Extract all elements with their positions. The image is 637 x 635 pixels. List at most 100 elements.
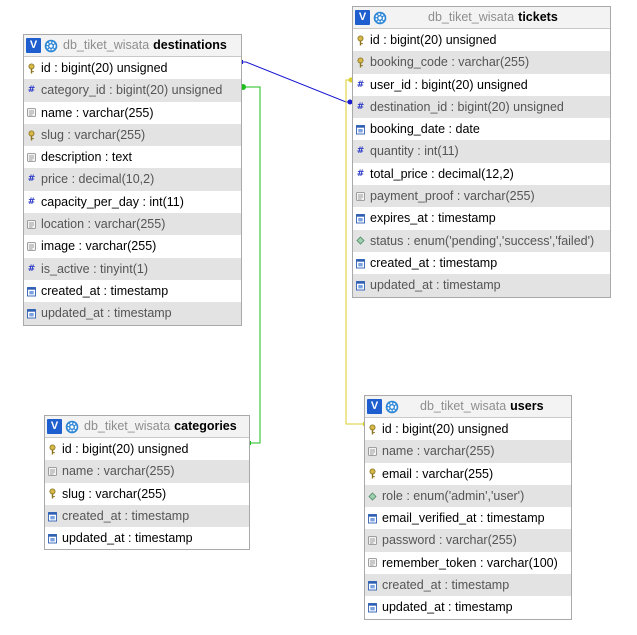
table-header[interactable]: V db_tiket_wisata categories — [45, 416, 249, 438]
database-name: db_tiket_wisata — [428, 10, 515, 24]
column-row[interactable]: name : varchar(255) — [365, 440, 571, 463]
column-row[interactable]: role : enum('admin','user') — [365, 484, 571, 508]
column-row[interactable]: id : bigint(20) unsigned — [365, 418, 571, 440]
table-header[interactable]: V db_tiket_wisata destinations — [24, 35, 241, 57]
table-header[interactable]: V db_tiket_wisata tickets — [353, 7, 610, 29]
column-row[interactable]: # category_id : bigint(20) unsigned — [24, 79, 241, 102]
column-row[interactable]: booking_date : date — [353, 118, 610, 140]
column-label: created_at : timestamp — [370, 255, 498, 270]
column-label: id : bigint(20) unsigned — [62, 442, 189, 456]
column-row[interactable]: updated_at : timestamp — [24, 302, 241, 325]
toggle-columns-button[interactable]: V — [355, 10, 370, 25]
column-row[interactable]: remember_token : varchar(100) — [365, 552, 571, 574]
column-label: location : varchar(255) — [41, 217, 166, 232]
key-icon — [368, 424, 377, 435]
column-row[interactable]: id : bigint(20) unsigned — [24, 57, 241, 79]
gear-icon[interactable] — [372, 10, 387, 25]
key-icon — [356, 57, 365, 68]
column-label: booking_code : varchar(255) — [370, 55, 530, 70]
column-row[interactable]: updated_at : timestamp — [353, 274, 610, 297]
table-header[interactable]: V db_tiket_wisata users — [365, 396, 571, 418]
column-row[interactable]: password : varchar(255) — [365, 529, 571, 552]
toggle-columns-button[interactable]: V — [47, 419, 62, 434]
column-row[interactable]: id : bigint(20) unsigned — [353, 29, 610, 51]
column-label: payment_proof : varchar(255) — [370, 189, 535, 204]
column-row[interactable]: created_at : timestamp — [45, 504, 249, 528]
key-icon — [48, 444, 57, 455]
column-row[interactable]: # is_active : tinyint(1) — [24, 257, 241, 280]
toggle-columns-button[interactable]: V — [367, 399, 382, 414]
column-row[interactable]: location : varchar(255) — [24, 213, 241, 236]
table-name: tickets — [518, 10, 558, 24]
table-categories[interactable]: V db_tiket_wisata categories id : bigint… — [44, 415, 250, 551]
relation-line-destination — [241, 61, 352, 103]
column-row[interactable]: image : varchar(255) — [24, 235, 241, 257]
toggle-columns-button[interactable]: V — [26, 38, 41, 53]
column-label: updated_at : timestamp — [382, 600, 513, 615]
gear-icon[interactable] — [43, 38, 58, 53]
gear-icon[interactable] — [384, 399, 399, 414]
calendar-icon — [356, 258, 365, 269]
table-tickets[interactable]: V db_tiket_wisata tickets id : bigint(20… — [352, 6, 611, 298]
column-row[interactable]: email : varchar(255) — [365, 463, 571, 485]
column-row[interactable]: slug : varchar(255) — [45, 483, 249, 505]
column-label: updated_at : timestamp — [62, 531, 193, 546]
column-list: id : bigint(20) unsigned name : varchar(2… — [45, 438, 249, 549]
hash-icon: # — [27, 196, 36, 207]
column-row[interactable]: # user_id : bigint(20) unsigned — [353, 74, 610, 96]
table-users[interactable]: V db_tiket_wisata users id : bigint(20) … — [364, 395, 572, 620]
database-name: db_tiket_wisata — [63, 38, 150, 52]
column-label: expires_at : timestamp — [370, 211, 496, 226]
column-row[interactable]: updated_at : timestamp — [45, 527, 249, 549]
text-field-icon — [368, 446, 377, 457]
column-row[interactable]: id : bigint(20) unsigned — [45, 438, 249, 460]
column-row[interactable]: email_verified_at : timestamp — [365, 507, 571, 529]
key-icon — [368, 468, 377, 479]
column-label: id : bigint(20) unsigned — [382, 422, 509, 436]
calendar-icon — [356, 213, 365, 224]
text-field-icon — [356, 191, 365, 202]
column-row[interactable]: created_at : timestamp — [24, 280, 241, 302]
column-list: id : bigint(20) unsigned name : varchar(2… — [365, 418, 571, 619]
column-label: slug : varchar(255) — [41, 127, 146, 142]
column-row[interactable]: status : enum('pending','success','faile… — [353, 229, 610, 252]
text-field-icon — [48, 466, 57, 477]
table-name: destinations — [153, 38, 227, 52]
column-row[interactable]: booking_code : varchar(255) — [353, 51, 610, 74]
column-row[interactable]: # destination_id : bigint(20) unsigned — [353, 95, 610, 119]
column-label: status : enum('pending','success','faile… — [370, 233, 595, 248]
column-row[interactable]: # price : decimal(10,2) — [24, 168, 241, 191]
column-row[interactable]: created_at : timestamp — [365, 574, 571, 597]
gear-icon[interactable] — [64, 419, 79, 434]
relation-line-category — [242, 86, 261, 444]
table-destinations[interactable]: V db_tiket_wisata destinations id : bigi… — [23, 34, 242, 326]
column-label: remember_token : varchar(100) — [382, 555, 558, 570]
column-row[interactable]: expires_at : timestamp — [353, 207, 610, 229]
column-label: updated_at : timestamp — [370, 278, 501, 293]
text-field-icon — [27, 107, 36, 118]
column-label: name : varchar(255) — [62, 464, 175, 479]
column-row[interactable]: updated_at : timestamp — [365, 596, 571, 618]
hash-icon: # — [356, 79, 365, 90]
key-icon — [27, 130, 36, 141]
column-row[interactable]: # quantity : int(11) — [353, 140, 610, 163]
key-icon — [48, 488, 57, 499]
key-icon — [356, 35, 365, 46]
column-row[interactable]: # total_price : decimal(12,2) — [353, 163, 610, 185]
column-row[interactable]: description : text — [24, 146, 241, 168]
column-row[interactable]: payment_proof : varchar(255) — [353, 185, 610, 208]
column-row[interactable]: slug : varchar(255) — [24, 123, 241, 147]
column-label: updated_at : timestamp — [41, 306, 172, 321]
column-label: id : bigint(20) unsigned — [41, 61, 168, 75]
column-label: slug : varchar(255) — [62, 486, 167, 501]
column-label: created_at : timestamp — [62, 508, 190, 523]
hash-icon: # — [356, 101, 365, 112]
column-row[interactable]: created_at : timestamp — [353, 252, 610, 274]
enum-icon — [368, 491, 377, 502]
table-name: users — [510, 399, 544, 413]
hash-icon: # — [27, 174, 36, 185]
hash-icon: # — [27, 263, 36, 274]
column-row[interactable]: name : varchar(255) — [24, 102, 241, 124]
column-row[interactable]: name : varchar(255) — [45, 460, 249, 483]
column-row[interactable]: # capacity_per_day : int(11) — [24, 191, 241, 213]
